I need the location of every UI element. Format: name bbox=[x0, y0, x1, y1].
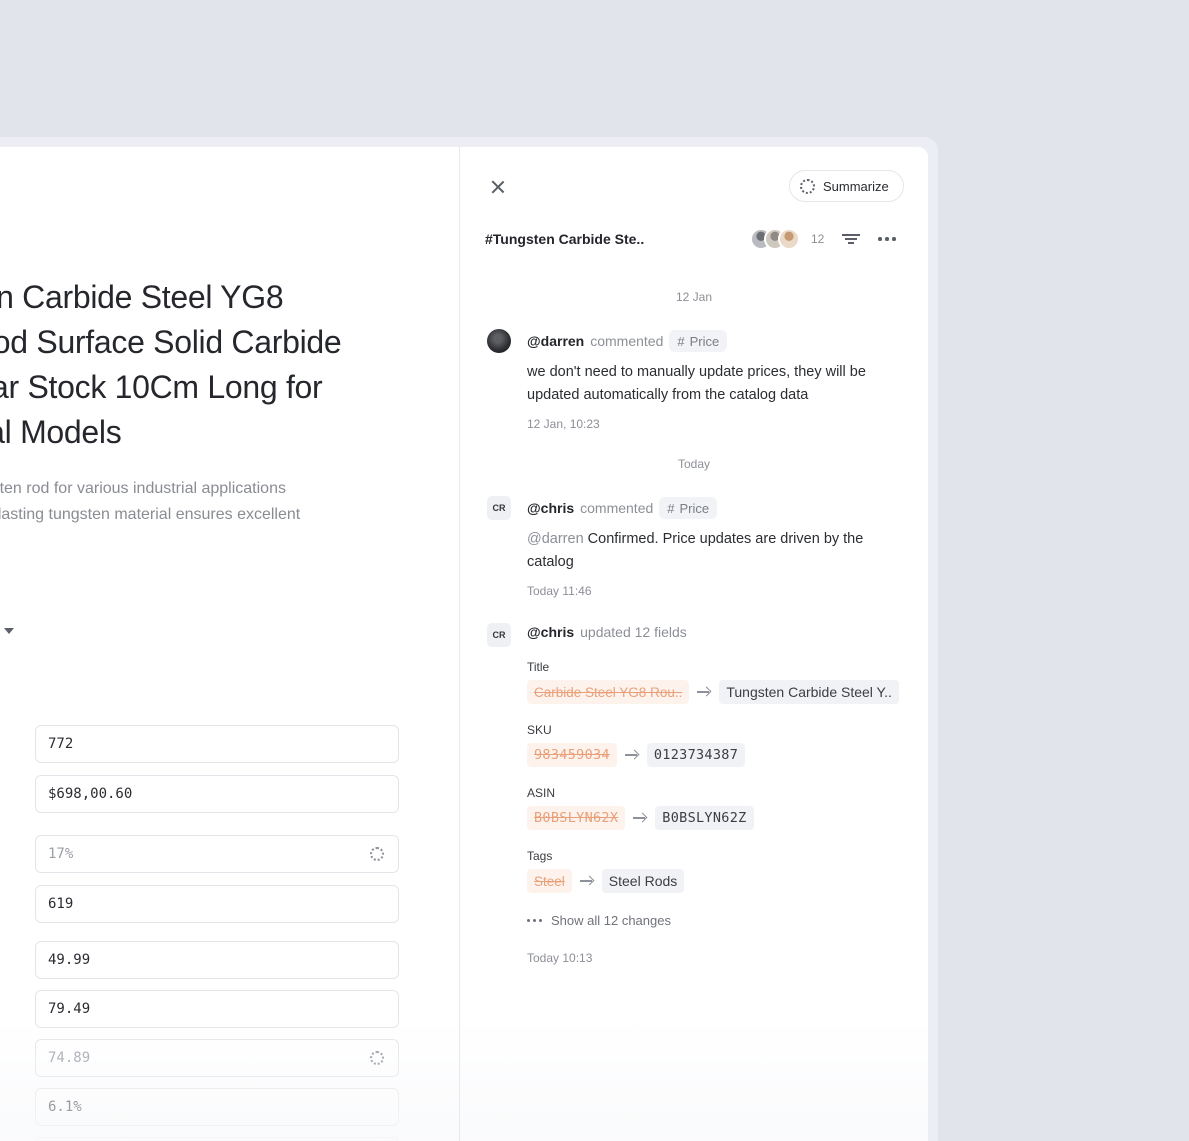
old-value: 983459034 bbox=[527, 743, 617, 767]
field-input[interactable]: 619 bbox=[35, 885, 399, 923]
app-window: ten Carbide Steel YG8 Rod Surface Solid … bbox=[0, 147, 928, 1141]
comment-author[interactable]: @chris bbox=[527, 624, 574, 640]
day-separator: 12 Jan bbox=[675, 290, 713, 304]
comment-action: commented bbox=[590, 333, 664, 349]
comment-body: @darren Confirmed. Price updates are dri… bbox=[527, 528, 902, 574]
price-input[interactable]: $698,00.60 bbox=[35, 775, 399, 813]
comments-panel: Summarize #Tungsten Carbide Ste.. 12 12 … bbox=[460, 147, 928, 1141]
hash-icon: # bbox=[677, 333, 685, 349]
change-field-label: ASIN bbox=[527, 786, 556, 800]
field-input[interactable]: 6.1% bbox=[35, 1088, 399, 1126]
loading-icon bbox=[370, 847, 384, 861]
close-icon[interactable] bbox=[489, 178, 507, 196]
field-input[interactable] bbox=[35, 1137, 399, 1141]
product-pane: ten Carbide Steel YG8 Rod Surface Solid … bbox=[0, 147, 459, 1141]
comment-action: commented bbox=[580, 500, 654, 516]
arrow-right-icon bbox=[579, 875, 594, 887]
field-value: 49.99 bbox=[48, 952, 91, 968]
hash-icon: # bbox=[667, 500, 675, 516]
member-avatars[interactable] bbox=[750, 228, 806, 250]
field-value: 6.1% bbox=[48, 1099, 82, 1115]
comment-timestamp: 12 Jan, 10:23 bbox=[527, 417, 600, 431]
new-value: Steel Rods bbox=[601, 869, 685, 893]
comment-author[interactable]: @darren bbox=[527, 333, 584, 349]
old-value: Steel bbox=[527, 869, 572, 893]
change-row: 983459034 0123734387 bbox=[527, 743, 746, 767]
field-input[interactable]: 49.99 bbox=[35, 941, 399, 979]
field-value: 772 bbox=[48, 736, 74, 752]
field-tag[interactable]: # Price bbox=[659, 497, 718, 519]
comment-timestamp: Today 10:13 bbox=[527, 951, 593, 965]
arrow-right-icon bbox=[697, 686, 711, 698]
field-value: 619 bbox=[48, 896, 74, 912]
old-value: B0BSLYN62X bbox=[527, 806, 626, 830]
avatar: CR bbox=[487, 496, 511, 520]
avatar bbox=[778, 228, 800, 250]
comment-header: @chris commented # Price bbox=[527, 497, 718, 519]
arrow-right-icon bbox=[624, 749, 639, 761]
show-all-label: Show all 12 changes bbox=[551, 913, 671, 928]
comment-author[interactable]: @chris bbox=[527, 500, 574, 516]
summarize-button[interactable]: Summarize bbox=[789, 170, 904, 202]
old-value: Carbide Steel YG8 Rou.. bbox=[527, 680, 690, 704]
filter-icon[interactable] bbox=[842, 233, 860, 245]
more-icon[interactable] bbox=[878, 237, 896, 241]
percent-input[interactable]: 17% bbox=[35, 835, 399, 873]
day-separator: Today bbox=[677, 457, 711, 471]
product-description[interactable]: ity tungsten rod for various industrial … bbox=[0, 476, 400, 554]
loading-icon bbox=[370, 1051, 384, 1065]
field-input[interactable]: 74.89 bbox=[35, 1039, 399, 1077]
tag-label: Price bbox=[679, 500, 710, 516]
change-field-label: Title bbox=[527, 660, 550, 674]
member-count: 12 bbox=[811, 232, 825, 246]
field-tag[interactable]: # Price bbox=[669, 330, 728, 352]
avatar: CR bbox=[487, 623, 511, 647]
field-value: 17% bbox=[48, 846, 74, 862]
field-value: 74.89 bbox=[48, 1050, 91, 1066]
comment-action: updated 12 fields bbox=[580, 624, 687, 640]
product-title[interactable]: ten Carbide Steel YG8 Rod Surface Solid … bbox=[0, 275, 440, 455]
field-value: 79.49 bbox=[48, 1001, 91, 1017]
new-value: 0123734387 bbox=[646, 743, 746, 767]
dots-icon bbox=[527, 919, 542, 922]
tag-label: Price bbox=[689, 333, 720, 349]
change-row: B0BSLYN62X B0BSLYN62Z bbox=[527, 806, 754, 830]
new-value: Tungsten Carbide Steel Y.. bbox=[719, 680, 899, 704]
comment-body: we don't need to manually update prices,… bbox=[527, 364, 866, 403]
comment-timestamp: Today 11:46 bbox=[527, 584, 592, 598]
fade-overlay bbox=[460, 1017, 928, 1141]
new-value: B0BSLYN62Z bbox=[655, 806, 754, 830]
thread-title: #Tungsten Carbide Ste.. bbox=[485, 231, 645, 247]
mention[interactable]: @darren bbox=[527, 531, 584, 547]
caret-down-icon[interactable] bbox=[4, 628, 14, 634]
change-row: Carbide Steel YG8 Rou.. Tungsten Carbide… bbox=[527, 680, 899, 704]
change-row: Steel Steel Rods bbox=[527, 869, 685, 893]
summarize-label: Summarize bbox=[823, 178, 889, 194]
field-value: $698,00.60 bbox=[48, 786, 133, 802]
arrow-right-icon bbox=[633, 812, 647, 824]
sparkle-icon bbox=[800, 178, 815, 194]
change-field-label: SKU bbox=[527, 723, 552, 737]
comment-header: @chris updated 12 fields bbox=[527, 624, 687, 640]
show-all-changes-link[interactable]: Show all 12 changes bbox=[527, 913, 671, 928]
avatar bbox=[487, 329, 511, 353]
comment-header: @darren commented # Price bbox=[527, 330, 728, 352]
change-field-label: Tags bbox=[527, 849, 553, 863]
field-input[interactable]: 79.49 bbox=[35, 990, 399, 1028]
field-input[interactable]: 772 bbox=[35, 725, 399, 763]
